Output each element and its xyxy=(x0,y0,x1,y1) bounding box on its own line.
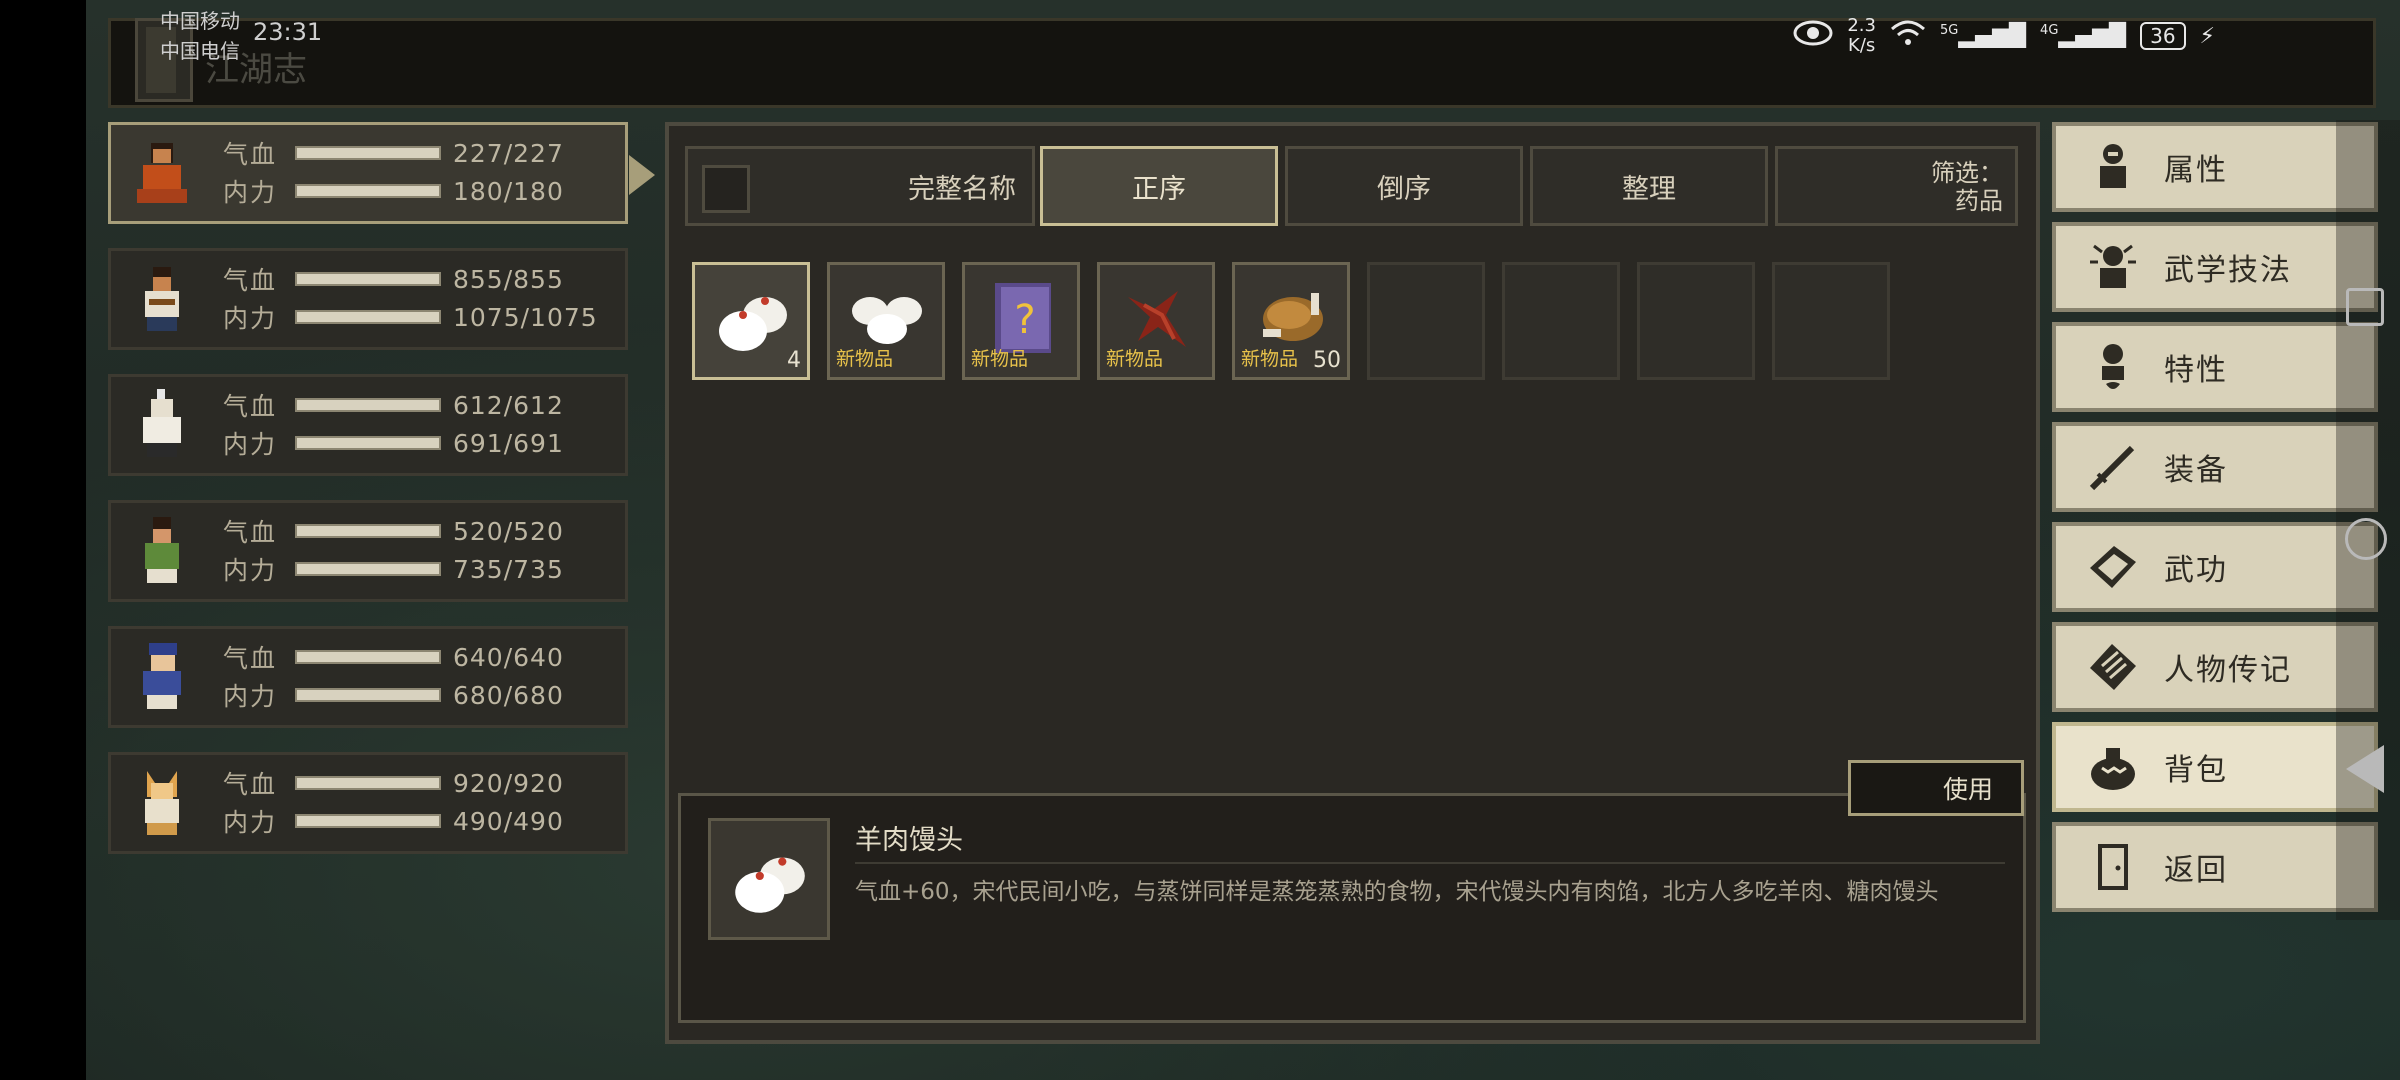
hp-row: 气血 227/227 xyxy=(223,138,564,170)
character-card[interactable]: 气血 520/520 内力 735/735 xyxy=(108,500,628,602)
wifi-icon xyxy=(1890,19,1926,53)
screen-edge xyxy=(0,0,86,1080)
exit-door-icon xyxy=(2098,844,2128,890)
use-button[interactable]: 使用 xyxy=(1848,760,2024,816)
menu-traits-button[interactable]: 特性 xyxy=(2052,322,2378,412)
menu-martial-arts-button[interactable]: 武功 xyxy=(2052,522,2378,612)
filter-button[interactable]: 筛选： 药品 xyxy=(1775,146,2018,226)
character-avatar-icon xyxy=(145,771,179,835)
hp-bar xyxy=(295,146,441,160)
organize-button[interactable]: 整理 xyxy=(1530,146,1768,226)
inventory-slot[interactable]: ? 新物品 xyxy=(962,262,1080,380)
mp-row: 内力 490/490 xyxy=(223,806,564,838)
character-card[interactable]: 气血 855/855 内力 1075/1075 xyxy=(108,248,628,350)
inventory-slot[interactable]: 4 xyxy=(692,262,810,380)
martial-skill-icon xyxy=(2090,244,2136,288)
clock: 23:31 xyxy=(253,18,323,46)
hp-bar xyxy=(295,272,441,286)
back-icon[interactable] xyxy=(2346,745,2384,793)
menu-biography-button[interactable]: 人物传记 xyxy=(2052,622,2378,712)
item-description: 气血+60，宋代民间小吃，与蒸饼同样是蒸笼蒸熟的食物，宋代馒头内有肉馅，北方人多… xyxy=(855,879,1939,905)
divider xyxy=(855,862,2005,864)
mp-row: 内力 691/691 xyxy=(223,428,564,460)
character-avatar-icon xyxy=(137,143,187,203)
mp-row: 内力 680/680 xyxy=(223,680,564,712)
hp-row: 气血 920/920 xyxy=(223,768,564,800)
empty-slot[interactable] xyxy=(1502,262,1620,380)
hp-bar xyxy=(295,398,441,412)
bag-icon xyxy=(2091,748,2135,790)
carrier-info: 中国移动 中国电信 xyxy=(160,6,240,66)
empty-slot[interactable] xyxy=(1367,262,1485,380)
trait-icon xyxy=(2102,344,2124,389)
mp-bar xyxy=(295,184,441,198)
signal-5g: 5G▂▄▆█ xyxy=(1940,23,2027,49)
home-icon[interactable] xyxy=(2345,518,2387,560)
hp-row: 气血 612/612 xyxy=(223,390,564,422)
inventory-slot[interactable]: 新物品 xyxy=(827,262,945,380)
recent-apps-icon[interactable] xyxy=(2346,288,2384,326)
mp-bar xyxy=(295,688,441,702)
hp-bar xyxy=(295,524,441,538)
menu-equipment-button[interactable]: 装备 xyxy=(2052,422,2378,512)
menu-bag-button[interactable]: 背包 xyxy=(2052,722,2378,812)
empty-slot[interactable] xyxy=(1772,262,1890,380)
charging-icon: ⚡ xyxy=(2199,23,2215,49)
sort-toolbar: 完整名称 正序 倒序 整理 筛选： 药品 xyxy=(685,146,2018,226)
character-card[interactable]: 气血 640/640 内力 680/680 xyxy=(108,626,628,728)
status-icons: 2.3 K/s 5G▂▄▆█ 4G▂▄▆█ 36 ⚡ xyxy=(1793,16,2215,56)
biography-icon xyxy=(2090,644,2136,690)
character-card[interactable]: 气血 612/612 内力 691/691 xyxy=(108,374,628,476)
martial-book-icon xyxy=(2090,546,2136,588)
mp-bar xyxy=(295,562,441,576)
character-card[interactable]: 气血 227/227 内力 180/180 xyxy=(108,122,655,224)
mp-row: 内力 180/180 xyxy=(223,176,564,208)
mp-row: 内力 1075/1075 xyxy=(223,302,598,334)
mp-bar xyxy=(295,436,441,450)
attribute-icon xyxy=(2100,144,2126,188)
hp-bar xyxy=(295,650,441,664)
menu-return-button[interactable]: 返回 xyxy=(2052,822,2378,912)
steamed-bun-icon xyxy=(735,857,805,913)
sort-ascending-button[interactable]: 正序 xyxy=(1040,146,1278,226)
menu-attributes-button[interactable]: 属性 xyxy=(2052,122,2378,212)
battery-indicator: 36 xyxy=(2140,22,2186,50)
eye-icon xyxy=(1793,20,1833,52)
sort-descending-button[interactable]: 倒序 xyxy=(1285,146,1523,226)
inventory-slot[interactable]: 新物品 xyxy=(1097,262,1215,380)
carrier-1: 中国移动 xyxy=(160,9,240,33)
selection-pointer xyxy=(629,155,655,195)
item-name: 羊肉馒头 xyxy=(855,825,963,856)
character-avatar-icon xyxy=(145,267,179,331)
mp-row: 内力 735/735 xyxy=(223,554,564,586)
menu-martial-skills-button[interactable]: 武学技法 xyxy=(2052,222,2378,312)
character-avatar-icon xyxy=(145,517,179,583)
network-speed: 2.3 K/s xyxy=(1847,15,1876,56)
equipment-icon xyxy=(2089,445,2135,491)
hp-row: 气血 640/640 xyxy=(223,642,564,674)
mp-bar xyxy=(295,310,441,324)
steamed-bun-icon xyxy=(719,297,787,351)
hp-bar xyxy=(295,776,441,790)
svg-text:?: ? xyxy=(1014,297,1035,343)
character-avatar-icon xyxy=(143,643,181,709)
full-name-toggle[interactable]: 完整名称 xyxy=(685,146,1035,226)
mp-bar xyxy=(295,814,441,828)
empty-slot[interactable] xyxy=(1637,262,1755,380)
character-card[interactable]: 气血 920/920 内力 490/490 xyxy=(108,752,628,854)
full-name-checkbox[interactable] xyxy=(702,165,750,213)
hp-row: 气血 520/520 xyxy=(223,516,564,548)
inventory-slot[interactable]: 新物品 50 xyxy=(1232,262,1350,380)
filter-text: 筛选： 药品 xyxy=(1931,159,2003,215)
detail-item-frame xyxy=(708,818,830,940)
hp-row: 气血 855/855 xyxy=(223,264,564,296)
signal-4g: 4G▂▄▆█ xyxy=(2040,23,2127,49)
carrier-2: 中国电信 xyxy=(160,39,240,63)
character-avatar-icon xyxy=(143,389,181,457)
